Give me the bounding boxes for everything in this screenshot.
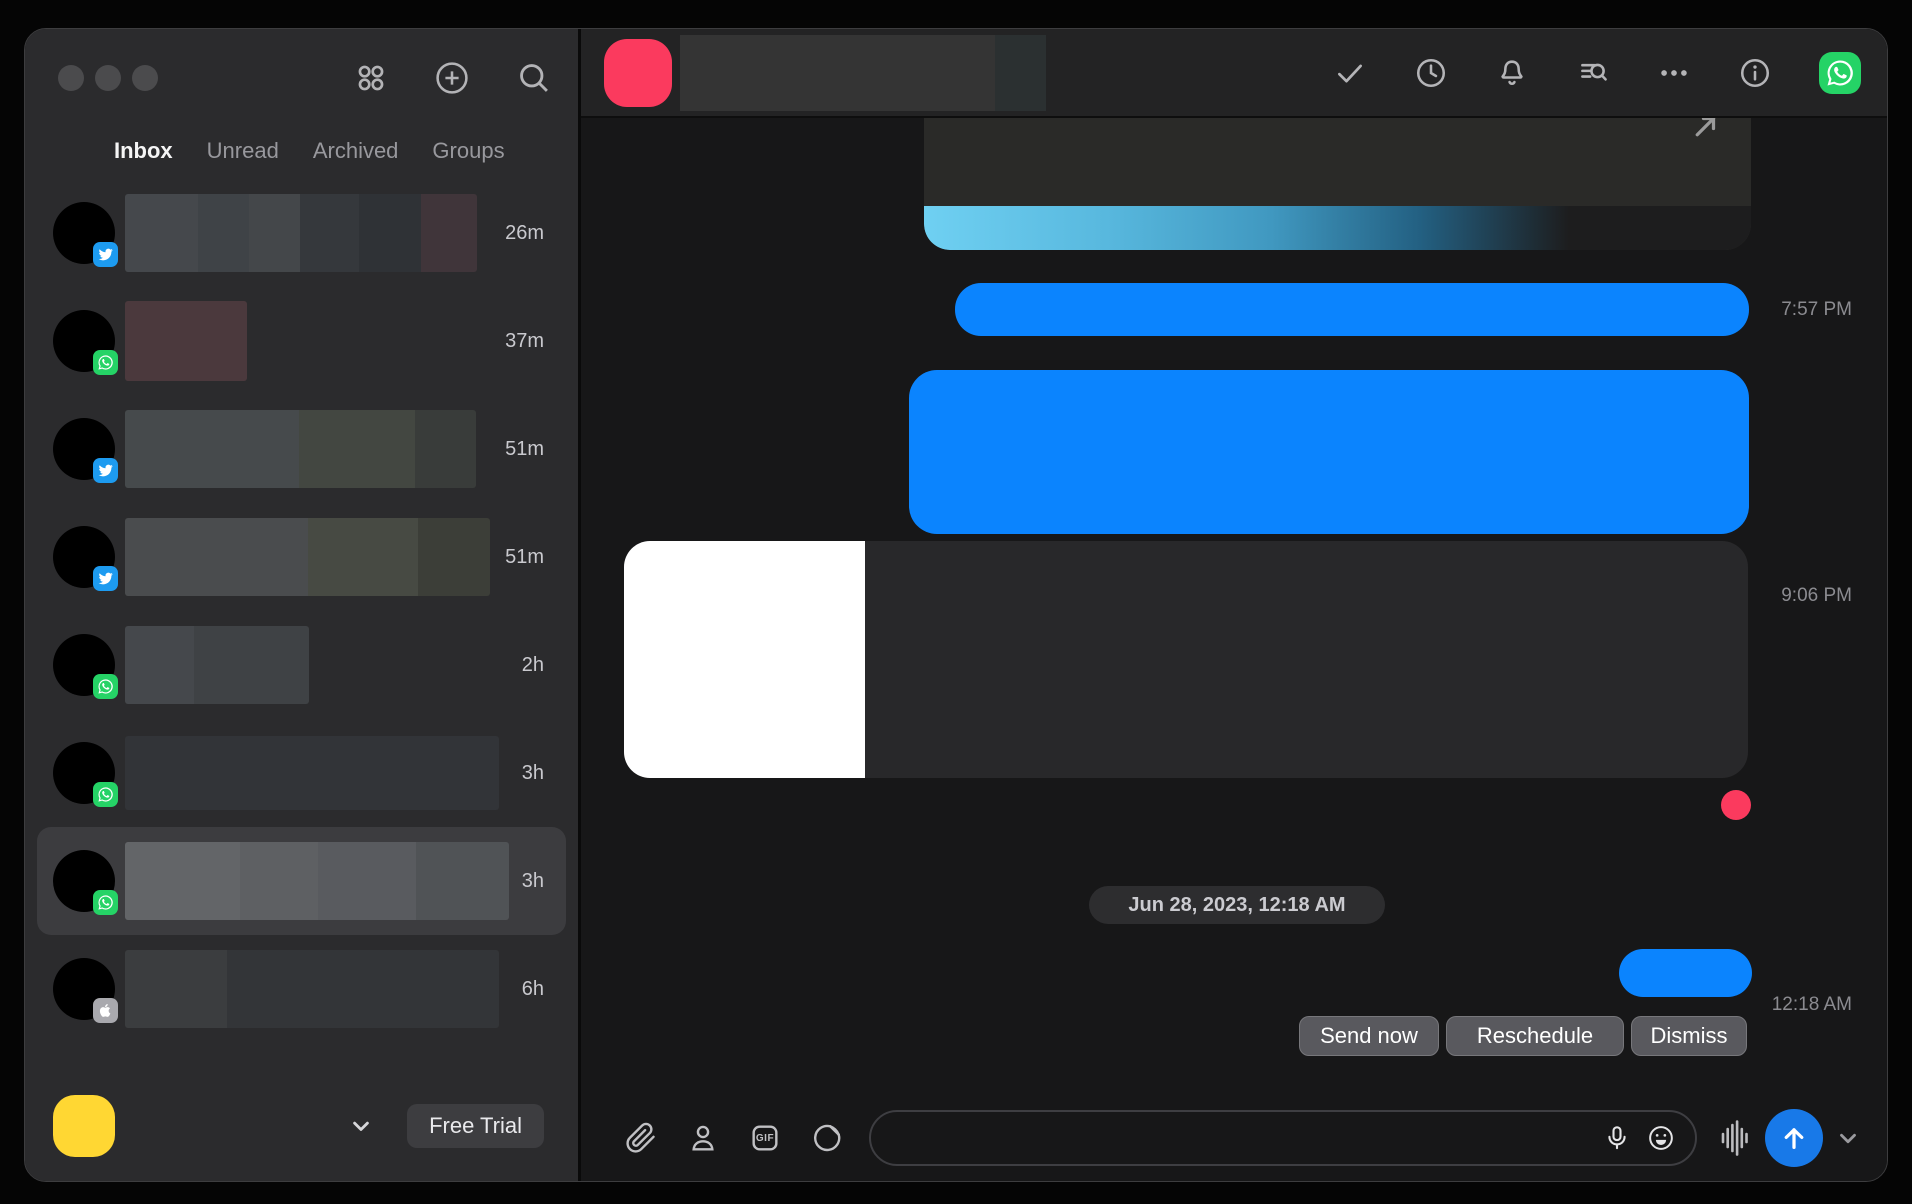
whatsapp-icon[interactable] [1819,52,1861,94]
reschedule-button[interactable]: Reschedule [1446,1016,1624,1056]
send-now-button[interactable]: Send now [1299,1016,1439,1056]
ellipsis-icon[interactable] [1657,56,1691,90]
profile-avatar[interactable] [53,1095,115,1157]
sidebar-footer: Free Trial [25,1085,578,1181]
date-divider: Jun 28, 2023, 12:18 AM [1089,886,1385,924]
app-window: Inbox Unread Archived Groups 26m [24,28,1888,1182]
tab-unread[interactable]: Unread [207,138,279,164]
gif-icon-label: GIF [756,1133,774,1144]
redacted-text-block [125,518,490,596]
chat-timestamp: 51m [505,438,544,461]
link-preview-bubble[interactable] [924,118,1751,250]
whatsapp-badge-icon [93,782,118,807]
chat-list-item-selected[interactable]: 3h [37,827,566,935]
message-timestamp: 12:18 AM [1772,994,1852,1016]
twitter-badge-icon [93,242,118,267]
clock-icon[interactable] [1414,56,1448,90]
message-input[interactable] [895,1112,1587,1164]
dismiss-button[interactable]: Dismiss [1631,1016,1747,1056]
redacted-contact-name [680,35,1046,111]
chat-timestamp: 6h [522,978,544,1001]
sidebar-top-bar [25,29,578,117]
attachment-icon[interactable] [625,1122,657,1154]
close-window-button[interactable] [58,65,84,91]
chat-timestamp: 26m [505,222,544,245]
whatsapp-badge-icon [93,674,118,699]
scheduled-message-bubble [1619,949,1752,997]
check-icon[interactable] [1333,56,1367,90]
tab-archived[interactable]: Archived [313,138,399,164]
sticker-icon[interactable] [811,1122,843,1154]
chat-list-item[interactable]: 2h [25,611,578,719]
mic-icon[interactable] [1603,1124,1631,1152]
sent-message-bubble [955,283,1749,336]
chat-timestamp: 3h [522,762,544,785]
menu-icon[interactable] [52,141,78,162]
chat-timestamp: 37m [505,330,544,353]
inbox-tabs: Inbox Unread Archived Groups [25,129,578,173]
redacted-text-block [125,301,247,381]
imessage-badge-icon [93,998,118,1023]
send-button[interactable] [1765,1109,1823,1167]
message-composer: GIF [581,1101,1887,1181]
redacted-text-block [125,194,477,272]
chevron-down-icon[interactable] [347,1112,375,1140]
read-receipt-avatar [1721,790,1751,820]
new-chat-icon[interactable] [434,60,470,96]
redacted-text-block [125,736,499,810]
chat-list-item[interactable]: 51m [25,503,578,611]
gif-icon[interactable]: GIF [749,1122,781,1154]
chat-list-item[interactable]: 6h [25,935,578,1043]
sidebar: Inbox Unread Archived Groups 26m [25,29,581,1181]
info-icon[interactable] [1738,56,1772,90]
whatsapp-badge-icon [93,350,118,375]
conversation-header [581,29,1887,118]
chat-list-item[interactable]: 51m [25,395,578,503]
chat-list-item[interactable]: 26m [25,179,578,287]
message-timestamp: 7:57 PM [1781,299,1852,321]
traffic-lights[interactable] [58,65,158,91]
conversation-pane: 7:57 PM 9:06 PM Jun 28, 2023, 12:18 AM 1… [581,29,1887,1181]
search-conversation-icon[interactable] [1576,56,1610,90]
minimize-window-button[interactable] [95,65,121,91]
chat-timestamp: 3h [522,870,544,893]
send-arrow-icon [1779,1123,1809,1153]
media-image [624,541,865,778]
chat-list-item[interactable]: 3h [25,719,578,827]
send-options-chevron-icon[interactable] [1835,1125,1861,1151]
bell-icon[interactable] [1495,56,1529,90]
chat-list-item[interactable]: 37m [25,287,578,395]
waveform-icon[interactable] [1719,1118,1751,1158]
contact-icon[interactable] [687,1122,719,1154]
message-scroll-area[interactable]: 7:57 PM 9:06 PM Jun 28, 2023, 12:18 AM 1… [581,118,1887,1101]
free-trial-button[interactable]: Free Trial [407,1104,544,1148]
chat-list: 26m 37m [25,179,578,1085]
whatsapp-badge-icon [93,890,118,915]
chat-timestamp: 2h [522,654,544,677]
redacted-text-block [125,626,309,704]
external-link-arrow-icon [1691,118,1721,141]
redacted-text-block [125,410,476,488]
tab-inbox[interactable]: Inbox [114,138,173,164]
search-icon[interactable] [516,60,552,96]
link-preview-image [924,206,1751,250]
redacted-text-block [125,950,499,1028]
message-input-container [869,1110,1697,1166]
zoom-window-button[interactable] [132,65,158,91]
redacted-text-block [125,842,509,920]
apps-grid-icon[interactable] [354,61,388,95]
media-message-bubble[interactable] [624,541,1748,778]
emoji-icon[interactable] [1647,1124,1675,1152]
twitter-badge-icon [93,458,118,483]
chat-timestamp: 51m [505,546,544,569]
twitter-badge-icon [93,566,118,591]
message-timestamp: 9:06 PM [1781,585,1852,607]
tab-groups[interactable]: Groups [432,138,504,164]
contact-avatar[interactable] [604,39,672,107]
sent-message-bubble [909,370,1749,534]
